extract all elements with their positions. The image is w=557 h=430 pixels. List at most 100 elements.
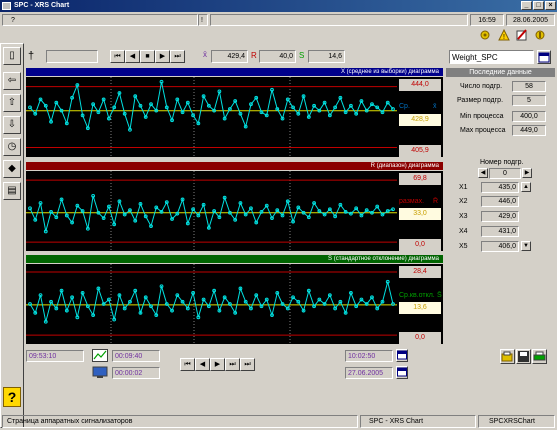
samples-scroll-down[interactable]: ▼ xyxy=(521,241,531,251)
process-min-value: 400,0 xyxy=(512,111,546,122)
x-value-field: 429,4 xyxy=(211,50,248,63)
group-number-label: Номер подгр. xyxy=(480,159,524,166)
last-button[interactable]: ⏭ xyxy=(170,50,185,63)
r-value-field: 40,0 xyxy=(259,50,296,63)
x4-value: 431,0 xyxy=(481,226,519,237)
end-time-field: 10:02:50 xyxy=(345,350,393,362)
x-lcl-value: 405,9 xyxy=(399,145,441,157)
clock-button[interactable]: ◷ xyxy=(3,138,21,156)
x2-value: 446,0 xyxy=(481,196,519,207)
settings-icon[interactable] xyxy=(479,29,491,41)
x2-label: X2 xyxy=(459,198,468,205)
stop-button[interactable]: ■ xyxy=(140,50,155,63)
s-label: S xyxy=(299,51,305,60)
end-date-calendar-icon[interactable] xyxy=(396,366,408,379)
up-arrow-button[interactable]: ⇧ xyxy=(3,94,21,112)
r-label: R xyxy=(251,51,257,60)
s-value-field: 14,6 xyxy=(308,50,345,63)
svg-text:!: ! xyxy=(503,34,505,41)
process-max-value: 449,0 xyxy=(512,125,546,136)
clock-date: 28.06.2005 xyxy=(506,14,555,26)
group-size-label: Размер подгр. xyxy=(457,97,504,104)
x-series-line xyxy=(29,81,394,130)
x1-value: 435,0 xyxy=(481,182,519,193)
group-size-value: 5 xyxy=(512,95,546,106)
first-button[interactable]: ⏮ xyxy=(110,50,125,63)
help-question-icon[interactable]: ? xyxy=(3,387,21,407)
group-prev-button[interactable]: ◀ xyxy=(478,168,488,178)
x5-label: X5 xyxy=(459,243,468,250)
x-data-point[interactable] xyxy=(391,107,395,111)
back-arrow-button[interactable]: ⇦ xyxy=(3,72,21,90)
weight-name-field: Weight_SPC xyxy=(449,50,534,64)
group-next-button[interactable]: ▶ xyxy=(522,168,532,178)
navigation-field xyxy=(46,50,98,63)
window-title: SPC - XRS Chart xyxy=(14,2,70,9)
s-ucl-value: 28,4 xyxy=(399,266,441,278)
maximize-button[interactable]: □ xyxy=(533,1,544,10)
cursor-tool-icon[interactable]: † xyxy=(28,50,34,62)
x4-label: X4 xyxy=(459,228,468,235)
group-number-field[interactable]: 0 xyxy=(489,168,521,179)
end-time-calendar-icon[interactable] xyxy=(396,349,408,362)
start-time-field: 09:53:10 xyxy=(26,350,84,362)
down-arrow-button[interactable]: ⇩ xyxy=(3,116,21,134)
status-middle: SPC - XRS Chart xyxy=(360,415,476,428)
close-button[interactable]: × xyxy=(545,1,556,10)
x-mean-value: 428,9 xyxy=(399,114,441,126)
samples-scroll-up[interactable]: ▲ xyxy=(521,182,531,192)
document-button[interactable]: ▤ xyxy=(3,182,21,200)
s-mean-symbol: S̄ xyxy=(437,292,442,299)
message-field xyxy=(210,14,468,26)
s-chart-header: S (стандартное отклонение) диаграмма xyxy=(26,255,443,263)
bottom-fastforward-button[interactable]: ⏭ xyxy=(225,358,240,371)
r-lcl-value: 0,0 xyxy=(399,239,441,251)
calendar-icon[interactable] xyxy=(537,50,551,64)
r-mean-label: размах. xyxy=(399,198,425,205)
s-chart-svg xyxy=(26,264,397,344)
minimize-button[interactable]: _ xyxy=(521,1,532,10)
status-right: SPCXRSChart xyxy=(478,415,555,428)
help-indicator[interactable]: ? xyxy=(2,14,198,26)
end-date-field: 27.06.2005 xyxy=(345,367,393,379)
r-mean-symbol: R̄ xyxy=(433,198,439,205)
x1-label: X1 xyxy=(459,184,468,191)
process-min-label: Min процесса xyxy=(460,113,504,120)
x-ucl-value: 444,0 xyxy=(399,79,441,91)
x3-label: X3 xyxy=(459,213,468,220)
r-chart-header: R (диапазон) диаграмма xyxy=(26,162,443,170)
bottom-last-button[interactable]: ⏭ xyxy=(240,358,255,371)
warning-indicator[interactable]: ! xyxy=(198,14,208,26)
group-count-value: 58 xyxy=(512,81,546,92)
monitor-icon xyxy=(92,366,108,379)
r-ucl-value: 69,8 xyxy=(399,173,441,185)
s-lcl-value: 0,0 xyxy=(399,332,441,344)
x5-value: 406,0 xyxy=(481,241,519,252)
bottom-prev-button[interactable]: ◀ xyxy=(195,358,210,371)
r-chart-svg xyxy=(26,171,397,251)
save-button[interactable] xyxy=(516,349,531,364)
alarm-icon[interactable]: ! xyxy=(498,28,510,41)
x-chart-area xyxy=(26,77,397,157)
duration-field-2: 00:00:02 xyxy=(112,367,160,379)
x-chart-svg xyxy=(26,77,397,157)
x-mean-symbol: x̄ xyxy=(433,103,437,110)
print-button[interactable] xyxy=(532,349,547,364)
alarm-button[interactable]: ◆ xyxy=(3,160,21,178)
prev-button[interactable]: ◀ xyxy=(125,50,140,63)
x3-value: 429,0 xyxy=(481,211,519,222)
s-chart-area xyxy=(26,264,397,344)
bottom-next-button[interactable]: ▶ xyxy=(210,358,225,371)
chart-duration-icon xyxy=(92,349,108,362)
status-left: Страница аппаратных сигнализаторов xyxy=(2,415,358,428)
duration-field-1: 00:09:40 xyxy=(112,350,160,362)
s-mean-value: 13,6 xyxy=(399,302,441,314)
process-max-label: Max процесса xyxy=(460,127,506,134)
open-file-button[interactable] xyxy=(500,349,515,364)
config-icon[interactable] xyxy=(534,29,546,41)
next-button[interactable]: ▶ xyxy=(155,50,170,63)
app-icon xyxy=(2,2,11,10)
edit-icon[interactable] xyxy=(516,29,528,41)
page-icon-button[interactable]: ▯ xyxy=(3,47,21,65)
bottom-first-button[interactable]: ⏮ xyxy=(180,358,195,371)
